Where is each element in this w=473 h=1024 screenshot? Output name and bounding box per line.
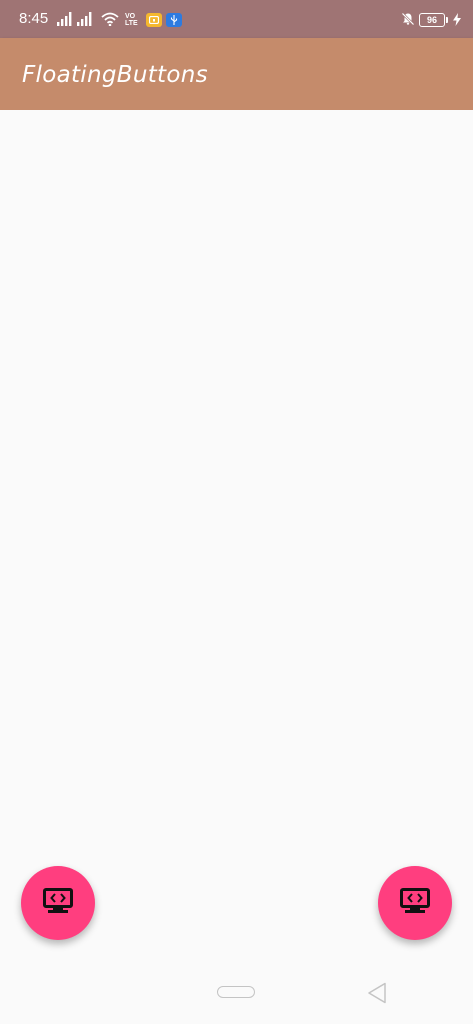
- app-title: FloatingButtons: [22, 62, 208, 88]
- app-bar: FloatingButtons: [0, 38, 473, 110]
- battery-icon: 96: [419, 13, 448, 27]
- signal-icon: [57, 11, 73, 30]
- app-notification-icon: [145, 13, 162, 27]
- signal-icon: [77, 11, 93, 30]
- floating-action-button-right[interactable]: [378, 866, 452, 940]
- floating-action-button-left[interactable]: [21, 866, 95, 940]
- mute-icon: [401, 11, 415, 30]
- developer-mode-monitor-icon: [43, 888, 73, 918]
- back-icon[interactable]: [367, 982, 387, 1008]
- status-time: 8:45: [19, 10, 49, 27]
- volte-top-text: VO: [125, 13, 136, 20]
- content-area: [0, 110, 473, 960]
- wifi-icon: [101, 11, 119, 30]
- developer-mode-monitor-icon: [400, 888, 430, 918]
- status-right-icons: 96: [401, 11, 461, 29]
- usb-icon: [165, 13, 182, 27]
- home-pill-icon[interactable]: [217, 986, 255, 998]
- charging-icon: [453, 11, 461, 30]
- status-bar: 8:45 VO LTE 96: [0, 0, 473, 38]
- volte-icon: VO LTE: [125, 13, 138, 27]
- volte-bottom-text: LTE: [125, 20, 138, 27]
- navigation-bar: [0, 960, 473, 1024]
- status-left-icons: VO LTE: [57, 11, 182, 29]
